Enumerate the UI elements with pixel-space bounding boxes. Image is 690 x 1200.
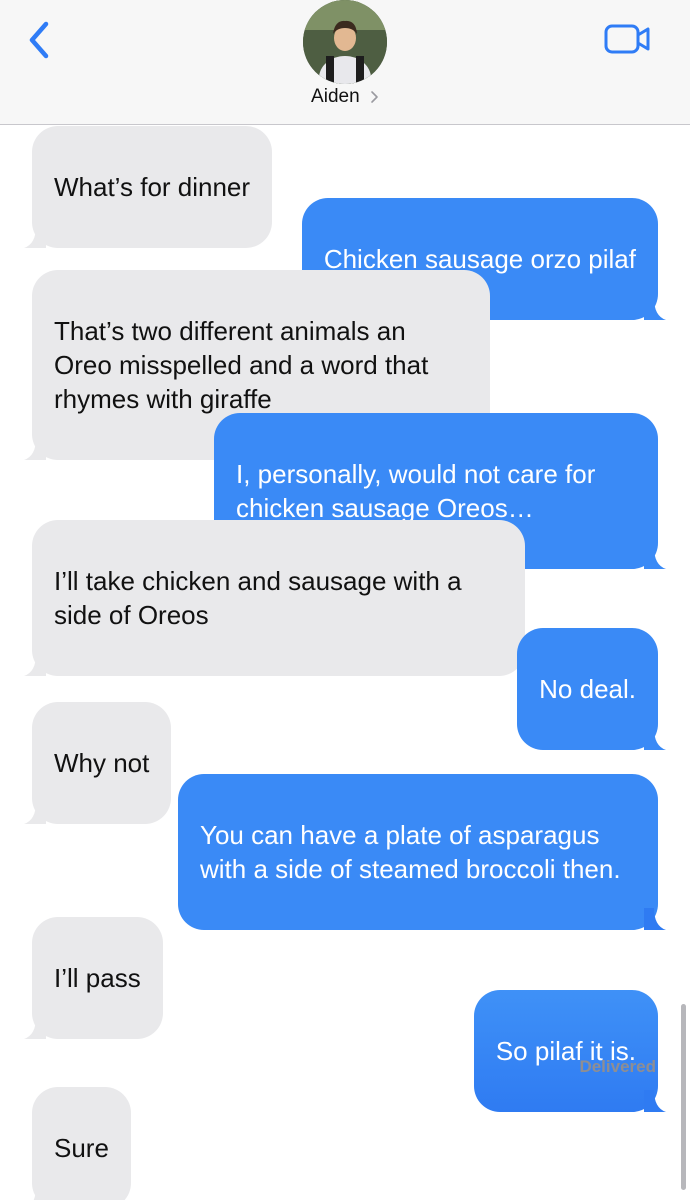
avatar[interactable] <box>303 0 387 84</box>
bubble-tail <box>24 226 46 248</box>
contact-name: Aiden <box>311 86 360 107</box>
bubble-tail <box>24 1017 46 1039</box>
message-thread[interactable]: What’s for dinner Chicken sausage orzo p… <box>0 124 690 1200</box>
message-text: You can have a plate of asparagus with a… <box>200 820 621 884</box>
message-bubble[interactable]: I’ll take chicken and sausage with a sid… <box>24 520 525 676</box>
chevron-right-icon <box>371 91 378 103</box>
contact-name-button[interactable]: Aiden <box>0 86 690 112</box>
message-bubble[interactable]: So pilaf it is. <box>473 990 666 1112</box>
message-text: That’s two different animals an Oreo mis… <box>54 316 429 414</box>
bubble-tail <box>644 547 666 569</box>
message-text: What’s for dinner <box>54 172 251 202</box>
facetime-video-button[interactable] <box>604 22 652 56</box>
bubble-tail <box>644 728 666 750</box>
message-bubble[interactable]: I’ll pass <box>24 917 163 1039</box>
delivery-status: Delivered <box>579 1057 656 1076</box>
message-text: No deal. <box>539 674 636 704</box>
message-bubble[interactable]: You can have a plate of asparagus with a… <box>178 774 666 930</box>
message-bubble[interactable]: Why not <box>24 702 172 824</box>
contact-photo <box>303 0 387 84</box>
video-camera-icon <box>604 24 650 54</box>
message-text: Sure <box>54 1133 109 1163</box>
bubble-tail <box>33 1187 46 1200</box>
bubble-tail <box>644 908 666 930</box>
message-bubble[interactable]: What’s for dinner <box>24 126 273 248</box>
bubble-tail <box>24 802 46 824</box>
message-bubble[interactable]: Sure <box>32 1087 131 1200</box>
conversation-header: Aiden <box>0 0 690 125</box>
bubble-tail <box>24 438 46 460</box>
chevron-left-icon <box>29 21 49 59</box>
bubble-tail <box>644 1090 666 1112</box>
bubble-tail <box>24 654 46 676</box>
message-bubble[interactable]: No deal. <box>517 628 666 750</box>
message-text: I’ll pass <box>54 963 141 993</box>
back-button[interactable] <box>20 18 56 62</box>
bubble-tail <box>644 298 666 320</box>
message-text: Why not <box>54 748 150 778</box>
scrollbar[interactable] <box>681 1004 686 1190</box>
message-text: I, personally, would not care for chicke… <box>236 459 596 523</box>
message-text: I’ll take chicken and sausage with a sid… <box>54 566 462 630</box>
